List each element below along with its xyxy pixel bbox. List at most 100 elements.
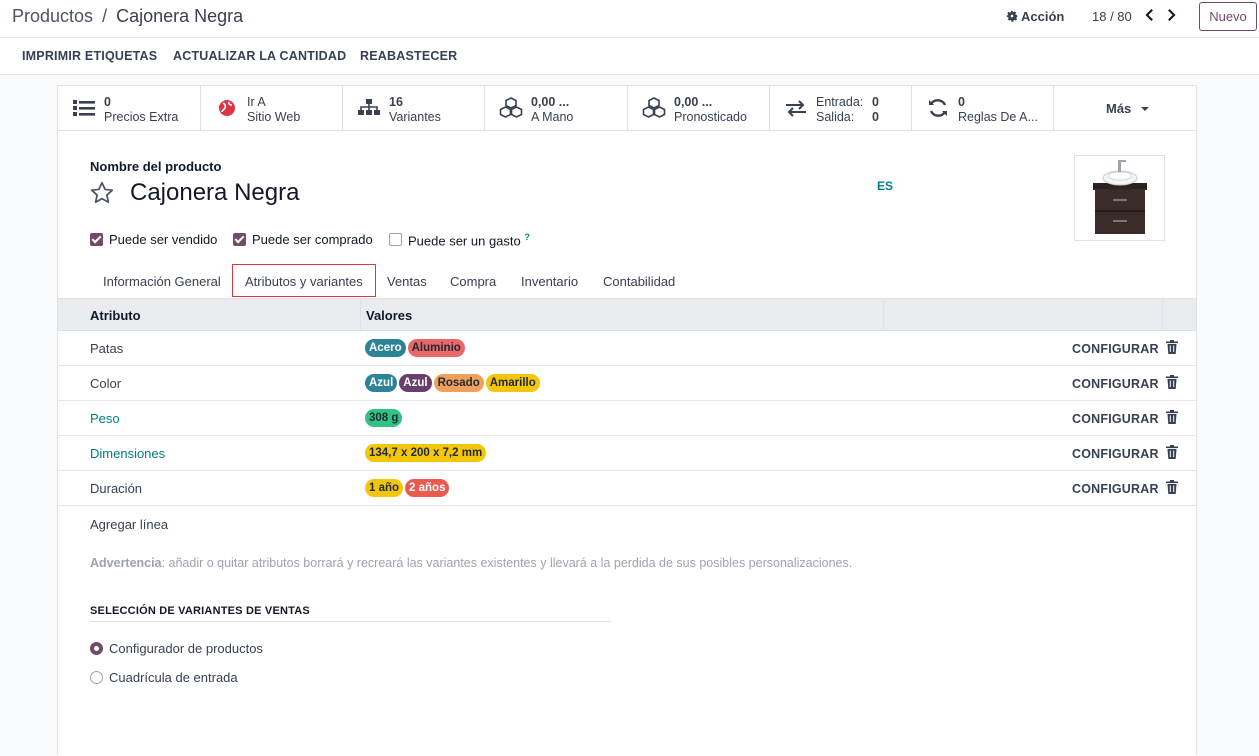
trash-icon[interactable] <box>1166 340 1178 354</box>
variants-label: Variantes <box>389 110 441 124</box>
tab-inventory[interactable]: Inventario <box>509 264 590 298</box>
configure-button[interactable]: CONFIGURAR <box>1072 377 1159 391</box>
more-smart-buttons-dropdown[interactable]: Más <box>1054 86 1196 131</box>
can-be-expensed-checkbox[interactable]: Puede ser un gasto ? <box>389 232 539 248</box>
pager-next-button[interactable] <box>1164 6 1182 26</box>
star-icon[interactable] <box>89 180 115 206</box>
attribute-name: Dimensiones <box>90 446 166 461</box>
smart-button-bar: 0 Precios Extra Ir A Sitio Web 16 Varian… <box>58 86 1196 131</box>
trash-icon[interactable] <box>1166 410 1178 424</box>
attribute-values: Acero Aluminio <box>365 339 467 357</box>
tab-sales[interactable]: Ventas <box>375 264 439 298</box>
replenish-button[interactable]: REABASTECER <box>360 49 457 63</box>
value-tag: 308 g <box>365 409 403 427</box>
action-bar: IMPRIMIR ETIQUETAS ACTUALIZAR LA CANTIDA… <box>0 38 1259 75</box>
section-title: SELECCIÓN DE VARIANTES DE VENTAS <box>90 605 611 622</box>
product-configurator-radio[interactable]: Configurador de productos <box>90 640 290 656</box>
configure-button[interactable]: CONFIGURAR <box>1072 342 1159 356</box>
can-be-expensed-label: Puede ser un gasto ? <box>408 232 530 249</box>
attribute-values: Azul Azul Rosado Amarillo <box>365 374 542 392</box>
breadcrumb: Productos / Cajonera Negra <box>12 6 243 27</box>
trash-icon[interactable] <box>1166 480 1178 494</box>
out-label: Salida: <box>816 110 855 124</box>
can-be-purchased-label: Puede ser comprado <box>252 232 373 247</box>
on-hand-value: 0,00 ... <box>531 95 570 109</box>
list-icon <box>73 100 95 116</box>
help-tooltip-icon[interactable]: ? <box>524 232 530 242</box>
pager-previous-button[interactable] <box>1143 6 1161 26</box>
trash-icon[interactable] <box>1166 445 1178 459</box>
tab-purchase[interactable]: Compra <box>438 264 508 298</box>
can-be-sold-label: Puede ser vendido <box>109 232 218 247</box>
action-menu-button[interactable]: Acción <box>1006 9 1064 24</box>
table-row[interactable]: Duración 1 año 2 años CONFIGURAR <box>58 471 1196 506</box>
variants-button[interactable]: 16 Variantes <box>343 86 485 131</box>
radio-selected[interactable] <box>90 642 103 655</box>
go-to-website-button[interactable]: Ir A Sitio Web <box>201 86 343 131</box>
order-grid-radio[interactable]: Cuadrícula de entrada <box>90 669 270 685</box>
configure-button[interactable]: CONFIGURAR <box>1072 447 1159 461</box>
checkbox-checked[interactable] <box>233 233 246 246</box>
table-row[interactable]: Patas Acero Aluminio CONFIGURAR <box>58 331 1196 366</box>
breadcrumb-current: Cajonera Negra <box>116 6 244 26</box>
can-be-purchased-checkbox[interactable]: Puede ser comprado <box>233 232 378 248</box>
reorder-rules-button[interactable]: 0 Reglas De A... <box>912 86 1054 131</box>
product-name-field[interactable]: Cajonera Negra <box>130 179 299 207</box>
on-hand-label: A Mano <box>531 110 574 124</box>
breadcrumb-parent-link[interactable]: Productos <box>12 6 93 26</box>
trash-icon[interactable] <box>1166 375 1178 389</box>
cubes-icon <box>499 97 523 118</box>
in-label: Entrada: <box>816 95 864 109</box>
column-header-values[interactable]: Valores <box>366 299 412 331</box>
chevron-right-icon <box>1168 9 1176 21</box>
pager-value[interactable]: 18 / 80 <box>1092 9 1132 24</box>
in-out-button[interactable]: Entrada: 0 Salida: 0 <box>770 86 912 131</box>
column-divider <box>360 299 361 331</box>
variants-settings: Advertencia: añadir o quitar atributos b… <box>58 536 1196 756</box>
extra-prices-count: 0 <box>104 95 111 109</box>
language-button[interactable]: ES <box>877 179 893 193</box>
radio-unselected[interactable] <box>90 671 103 684</box>
value-tag: Acero <box>365 339 406 357</box>
tab-general-info[interactable]: Información General <box>91 264 233 298</box>
forecasted-value: 0,00 ... <box>674 95 713 109</box>
form-sheet: 0 Precios Extra Ir A Sitio Web 16 Varian… <box>57 85 1197 756</box>
gear-icon <box>1006 10 1018 22</box>
checkbox-checked[interactable] <box>90 233 103 246</box>
value-tag: 2 años <box>405 479 450 497</box>
attribute-name: Duración <box>90 481 143 496</box>
tab-accounting[interactable]: Contabilidad <box>591 264 687 298</box>
configure-button[interactable]: CONFIGURAR <box>1072 412 1159 426</box>
column-divider <box>1162 299 1163 331</box>
extra-prices-label: Precios Extra <box>104 110 179 124</box>
update-quantity-button[interactable]: ACTUALIZAR LA CANTIDAD <box>173 49 346 63</box>
attribute-name: Peso <box>90 411 120 426</box>
add-line-link[interactable]: Agregar línea <box>90 517 168 532</box>
extra-prices-button[interactable]: 0 Precios Extra <box>58 86 201 131</box>
attribute-name: Patas <box>90 341 124 356</box>
column-header-attribute[interactable]: Atributo <box>90 299 141 331</box>
cabinet-image <box>1093 160 1147 234</box>
action-menu-label: Acción <box>1021 9 1065 24</box>
new-record-button[interactable]: Nuevo <box>1199 2 1257 31</box>
can-be-sold-checkbox[interactable]: Puede ser vendido <box>90 232 220 248</box>
print-labels-button[interactable]: IMPRIMIR ETIQUETAS <box>22 49 157 63</box>
forecasted-button[interactable]: 0,00 ... Pronosticado <box>628 86 770 131</box>
table-header: Atributo Valores <box>58 299 1196 331</box>
table-row[interactable]: Peso 308 g CONFIGURAR <box>58 401 1196 436</box>
checkbox-unchecked[interactable] <box>389 233 402 246</box>
sitemap-icon <box>358 99 380 115</box>
notebook-tabs: Información General Atributos y variante… <box>58 264 1196 299</box>
variants-count: 16 <box>389 95 403 109</box>
control-panel-top: Productos / Cajonera Negra Acción 18 / 8… <box>0 0 1259 38</box>
product-image[interactable] <box>1074 155 1165 241</box>
configure-button[interactable]: CONFIGURAR <box>1072 482 1159 496</box>
value-tag: Rosado <box>433 374 484 392</box>
refresh-icon <box>929 99 947 117</box>
table-row[interactable]: Dimensiones 134,7 x 200 x 7,2 mm CONFIGU… <box>58 436 1196 471</box>
product-configurator-label: Configurador de productos <box>109 641 263 656</box>
table-row[interactable]: Color Azul Azul Rosado Amarillo CONFIGURAR <box>58 366 1196 401</box>
tab-attributes-variants[interactable]: Atributos y variantes <box>232 264 376 297</box>
website-line-2: Sitio Web <box>247 110 301 124</box>
on-hand-button[interactable]: 0,00 ... A Mano <box>485 86 628 131</box>
